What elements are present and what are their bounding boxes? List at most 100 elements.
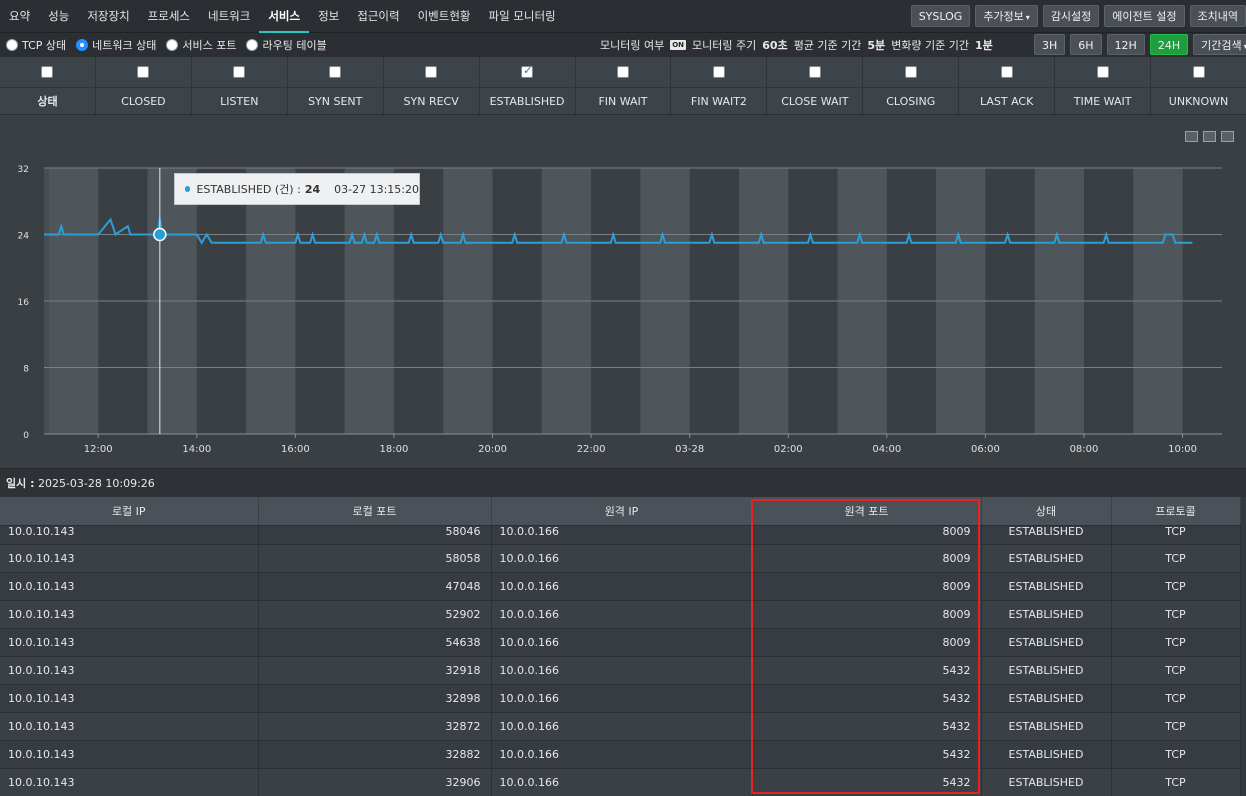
state-label: CLOSE WAIT	[767, 87, 863, 115]
table-row[interactable]: 10.0.10.143 54638 10.0.0.166 8009 ESTABLISHE…	[0, 628, 1241, 657]
state-checkbox[interactable]	[521, 64, 534, 78]
column-header-4[interactable]: 상태	[981, 497, 1112, 526]
tab-8[interactable]: 이벤트현황	[409, 0, 480, 33]
table-cell: TCP	[1111, 656, 1241, 685]
y-tick-label: 24	[18, 232, 30, 242]
column-header-3[interactable]: 원격 포트	[752, 497, 982, 526]
state-label: LAST ACK	[959, 87, 1055, 115]
table-row[interactable]: 10.0.10.143 32898 10.0.0.166 5432 ESTABLISHE…	[0, 684, 1241, 713]
series-dot-icon	[185, 186, 191, 192]
avg-period-value: 5분	[867, 39, 886, 52]
table-row[interactable]: 10.0.10.143 47048 10.0.0.166 8009 ESTABLISHE…	[0, 572, 1241, 601]
radio-button-icon[interactable]	[6, 39, 18, 51]
column-header-0[interactable]: 로컬 IP	[0, 497, 259, 526]
state-column-8: CLOSE WAIT	[767, 57, 864, 115]
table-row[interactable]: 10.0.10.143 58046 10.0.0.166 8009 ESTABLISHE…	[0, 525, 1241, 545]
range-button-3[interactable]: 24H	[1149, 34, 1189, 55]
x-tick-label: 20:00	[478, 444, 507, 455]
table-cell: 10.0.0.166	[491, 768, 753, 796]
table-cell: 8009	[752, 572, 982, 601]
watch-settings-button[interactable]: 감시설정	[1042, 5, 1100, 27]
state-checkbox[interactable]	[1192, 66, 1205, 78]
state-label: SYN SENT	[287, 87, 383, 115]
table-cell: 10.0.0.166	[491, 525, 753, 545]
action-history-label: 조치내역	[1197, 10, 1238, 23]
radio-button-icon[interactable]	[246, 39, 259, 51]
radio-button-icon[interactable]	[166, 39, 179, 51]
state-checkbox[interactable]	[904, 66, 917, 78]
table-row[interactable]: 10.0.10.143 32906 10.0.0.166 5432 ESTABLISHE…	[0, 768, 1241, 796]
state-checkbox[interactable]	[233, 66, 246, 78]
tab-9[interactable]: 파일 모니터링	[479, 0, 564, 33]
state-checkbox[interactable]	[329, 66, 342, 78]
range-button-0[interactable]: 3H	[1034, 34, 1066, 55]
timestamp-bar: 일시 : 2025-03-28 10:09:26	[0, 468, 1246, 497]
table-cell: 10.0.10.143	[0, 525, 259, 545]
table-cell: 10.0.10.143	[0, 656, 259, 685]
image-export-icon[interactable]	[1203, 131, 1216, 142]
agent-settings-button[interactable]: 에이전트 설정	[1104, 5, 1185, 27]
state-label: 상태	[0, 87, 95, 115]
state-checkbox[interactable]	[137, 66, 150, 78]
tab-0[interactable]: 요약	[0, 0, 39, 33]
x-tick-label: 18:00	[380, 444, 409, 455]
state-label: UNKNOWN	[1151, 87, 1246, 115]
radio-option-1[interactable]: 네트워크 상태	[76, 37, 156, 53]
table-cell: TCP	[1111, 525, 1241, 545]
period-search-label: 기간검색	[1201, 39, 1242, 52]
table-row[interactable]: 10.0.10.143 58058 10.0.0.166 8009 ESTABLISHE…	[0, 544, 1241, 573]
x-tick-label: 12:00	[84, 444, 113, 455]
column-header-2[interactable]: 원격 IP	[491, 497, 753, 526]
table-cell: 58058	[258, 544, 492, 573]
state-checkbox[interactable]	[41, 66, 54, 78]
table-view-icon[interactable]	[1185, 131, 1198, 142]
column-header-1[interactable]: 로컬 포트	[258, 497, 492, 526]
state-checkbox[interactable]	[808, 66, 821, 78]
table-cell: 32882	[258, 740, 492, 769]
tab-7[interactable]: 접근이력	[348, 0, 408, 33]
table-cell: 10.0.0.166	[491, 544, 753, 573]
state-column-12: UNKNOWN	[1151, 57, 1246, 114]
table-row[interactable]: 10.0.10.143 32872 10.0.0.166 5432 ESTABLISHE…	[0, 712, 1241, 741]
x-tick-label: 08:00	[1070, 444, 1099, 455]
tooltip-time: 03-27 13:15:20	[334, 182, 419, 196]
table-cell: TCP	[1111, 768, 1241, 796]
action-history-button[interactable]: 조치내역	[1189, 5, 1246, 27]
table-row[interactable]: 10.0.10.143 32918 10.0.0.166 5432 ESTABLISHE…	[0, 656, 1241, 685]
radio-option-2[interactable]: 서비스 포트	[166, 37, 236, 53]
tab-4[interactable]: 네트워크	[199, 0, 259, 33]
state-checkbox[interactable]	[425, 66, 438, 78]
table-cell: ESTABLISHED	[981, 572, 1112, 601]
radio-label: TCP 상태	[22, 39, 67, 52]
period-search-dropdown[interactable]: 기간검색 ▾	[1193, 34, 1246, 55]
extra-info-dropdown[interactable]: 추가정보 ▾	[975, 5, 1038, 27]
syslog-button[interactable]: SYSLOG	[910, 5, 971, 27]
state-checkbox[interactable]	[1000, 66, 1013, 78]
radio-option-0[interactable]: TCP 상태	[6, 37, 66, 53]
state-checkbox[interactable]	[616, 66, 629, 78]
radio-button-icon[interactable]	[76, 39, 89, 51]
state-checkbox[interactable]	[712, 66, 725, 78]
radio-option-3[interactable]: 라우팅 테이블	[246, 37, 327, 53]
range-button-1[interactable]: 6H	[1070, 34, 1102, 55]
x-tick-label: 04:00	[872, 444, 901, 455]
tab-2[interactable]: 저장장치	[78, 0, 138, 33]
table-cell: TCP	[1111, 628, 1241, 657]
tab-1[interactable]: 성능	[39, 0, 78, 33]
agent-settings-label: 에이전트 설정	[1112, 10, 1177, 23]
range-button-2[interactable]: 12H	[1106, 34, 1145, 55]
tab-6[interactable]: 정보	[309, 0, 348, 33]
tab-3[interactable]: 프로세스	[139, 0, 199, 33]
monitor-cycle-value: 60초	[762, 39, 788, 52]
table-row[interactable]: 10.0.10.143 32882 10.0.0.166 5432 ESTABLISHE…	[0, 740, 1241, 769]
top-button-group: SYSLOG 추가정보 ▾ 감시설정 에이전트 설정 조치내역	[910, 5, 1246, 27]
state-checkbox[interactable]	[1096, 66, 1109, 78]
established-chart[interactable]: 0 8 16 24 32 12:00 14:00 16:00 18:00 20:00 22:00 03…	[0, 115, 1246, 468]
table-cell: 32872	[258, 712, 492, 741]
table-cell: 10.0.10.143	[0, 572, 259, 601]
table-row[interactable]: 10.0.10.143 52902 10.0.0.166 8009 ESTABLISHE…	[0, 600, 1241, 629]
column-header-5[interactable]: 프로토콜	[1111, 497, 1241, 526]
caret-down-icon: ▾	[1025, 13, 1030, 22]
print-icon[interactable]	[1221, 131, 1234, 142]
tab-5[interactable]: 서비스	[259, 0, 309, 33]
